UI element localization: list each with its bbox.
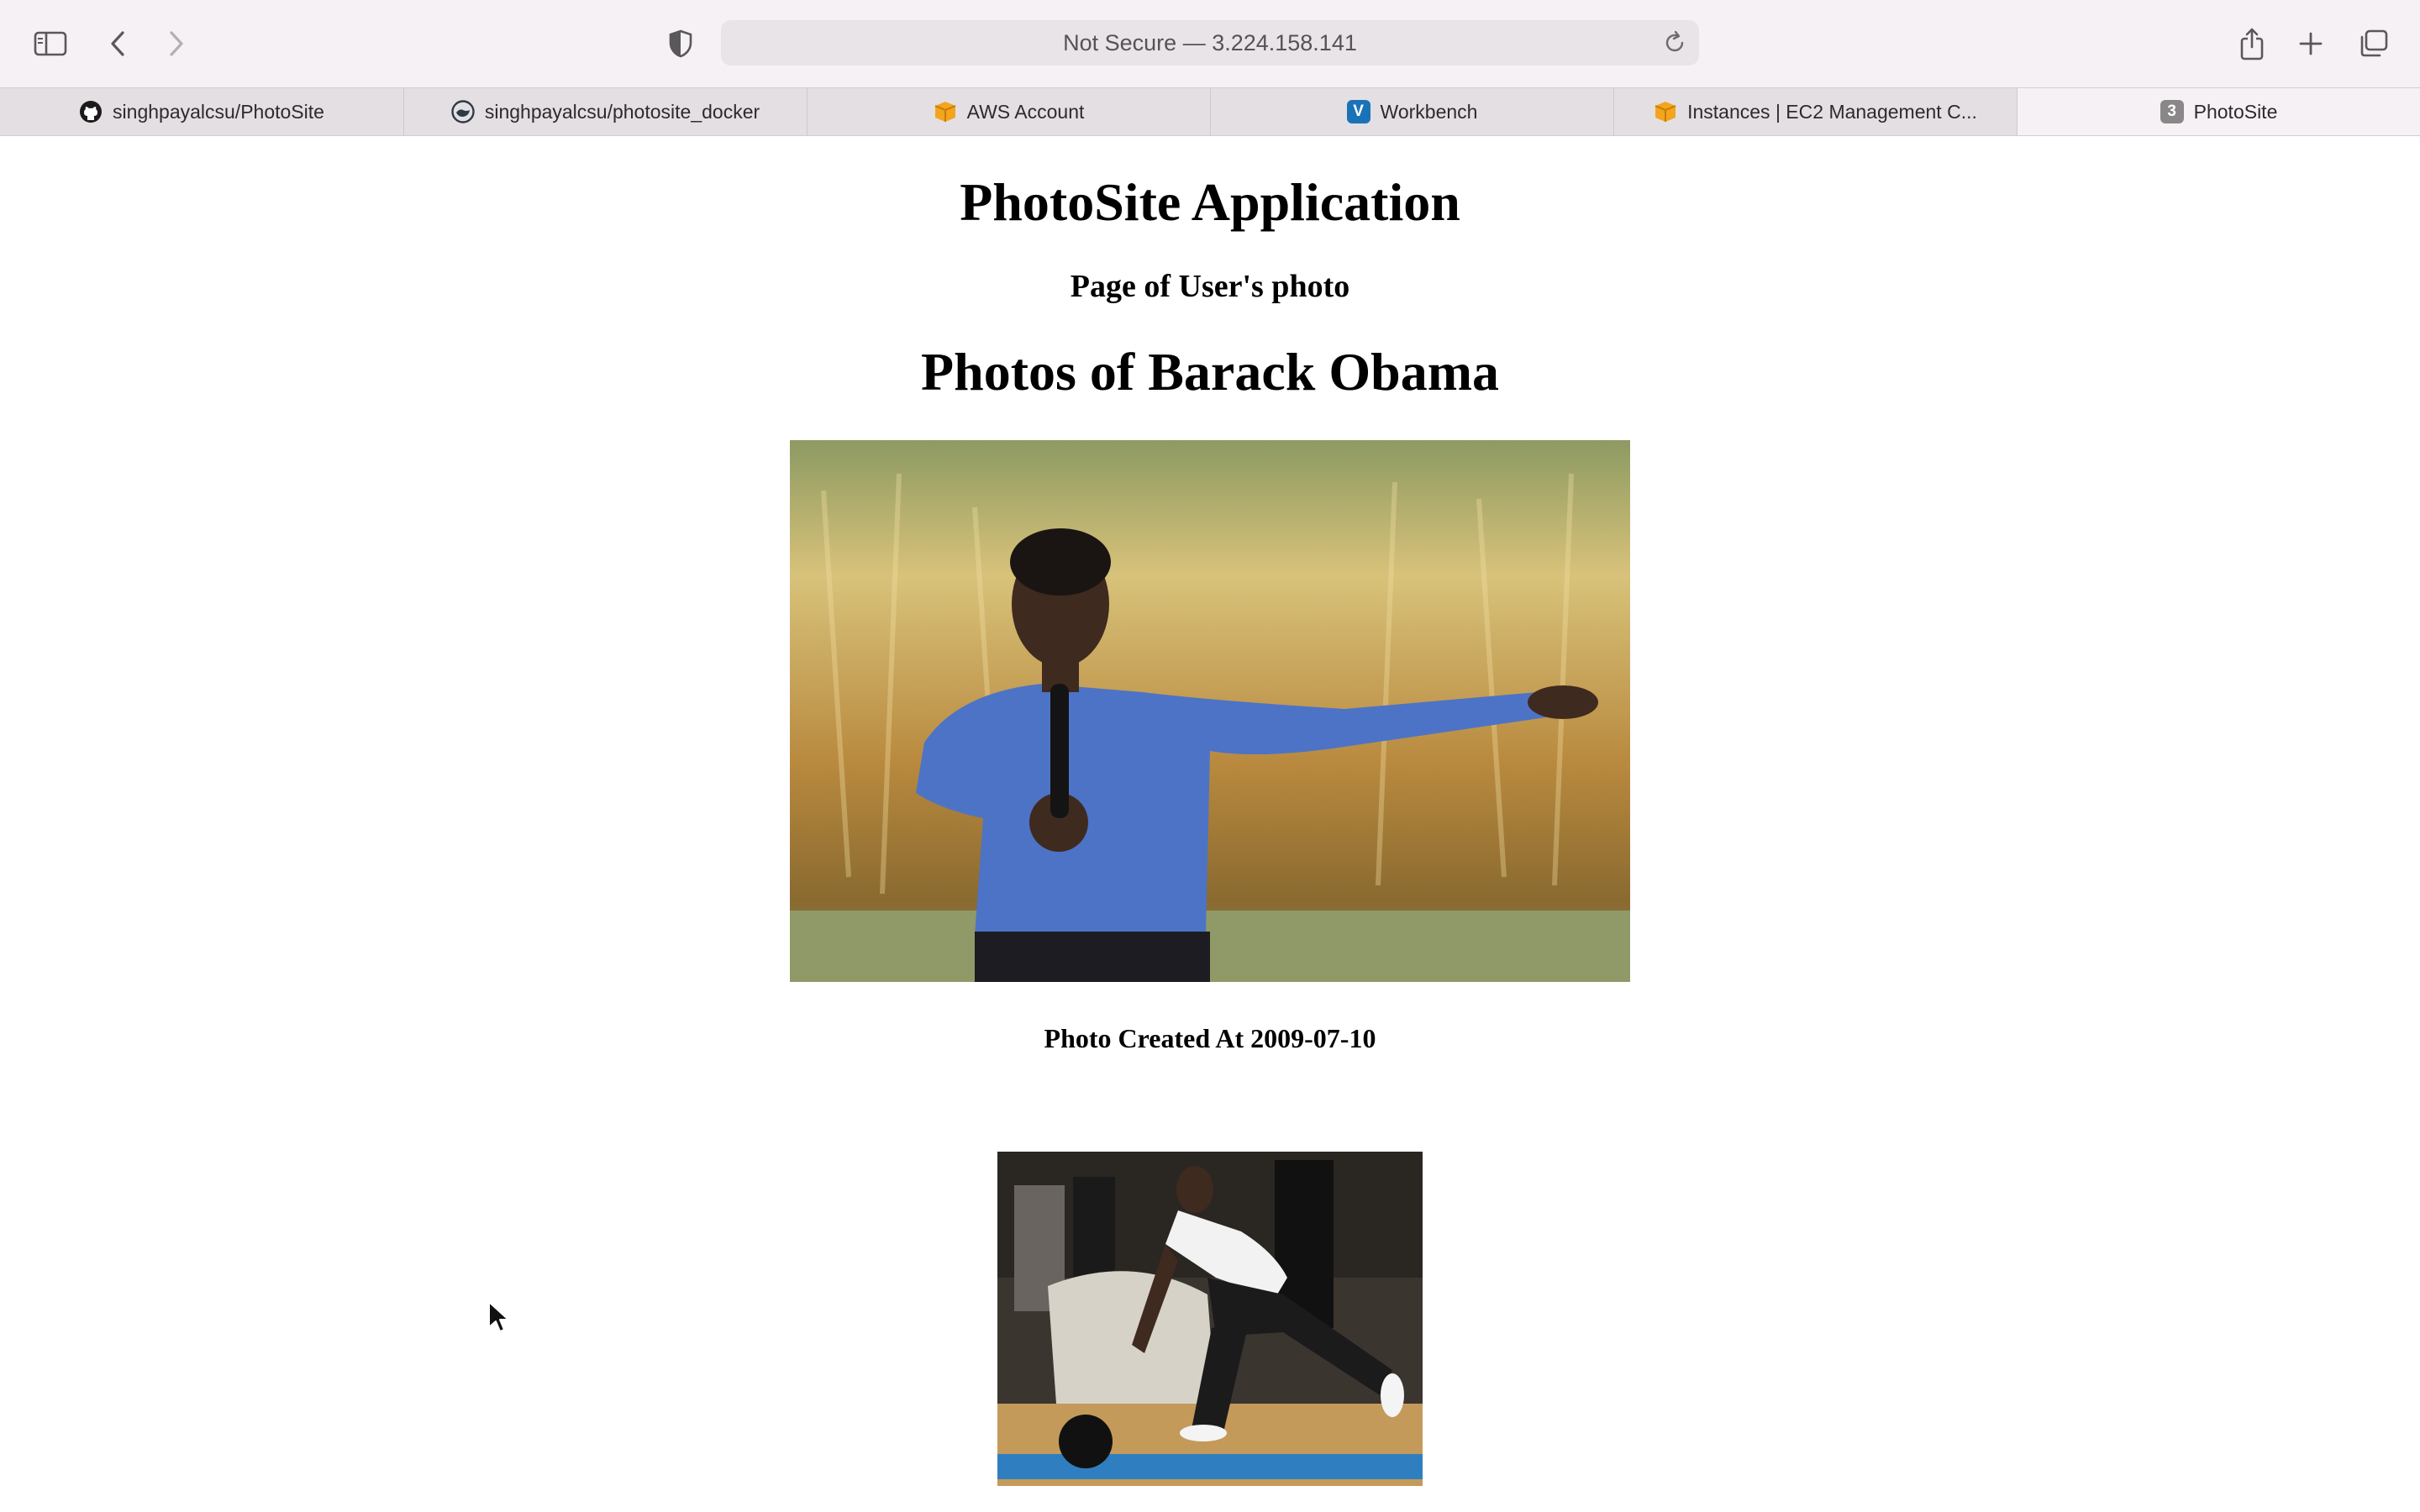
page-subtitle: Page of User's photo <box>1070 269 1350 304</box>
tab-photosite-docker-repo[interactable]: singhpayalcsu/photosite_docker <box>404 88 808 135</box>
tab-label: singhpayalcsu/photosite_docker <box>484 100 760 123</box>
docker-icon <box>451 100 475 123</box>
address-text: Not Secure — 3.224.158.141 <box>1063 29 1357 55</box>
forward-icon[interactable] <box>151 18 202 69</box>
tab-label: Instances | EC2 Management C... <box>1687 100 1977 123</box>
tab-label: PhotoSite <box>2193 100 2278 123</box>
reload-icon[interactable] <box>1662 30 1687 55</box>
sidebar-icon[interactable] <box>25 18 76 69</box>
tab-ec2-instances[interactable]: Instances | EC2 Management C... <box>1614 88 2018 135</box>
page-content: PhotoSite Application Page of User's pho… <box>0 136 2420 1512</box>
photo-caption: Photo Created At 2009-07-10 <box>1044 1023 1376 1053</box>
aws-box-icon <box>934 100 957 123</box>
tab-label: Workbench <box>1380 100 1478 123</box>
privacy-shield-icon[interactable] <box>655 18 706 69</box>
tab-photosite-active[interactable]: 3 PhotoSite <box>2018 88 2420 135</box>
tab-label: AWS Account <box>966 100 1085 123</box>
photo-bowling[interactable] <box>997 1152 1423 1486</box>
vocareum-icon: V <box>1346 100 1370 123</box>
share-icon[interactable] <box>2227 18 2277 69</box>
user-photos-heading: Photos of Barack Obama <box>921 342 1499 402</box>
github-icon <box>79 100 103 123</box>
mouse-cursor-icon <box>488 1301 509 1332</box>
back-icon[interactable] <box>92 18 143 69</box>
browser-toolbar: Not Secure — 3.224.158.141 <box>0 0 2420 87</box>
photo-cornfield[interactable] <box>790 440 1630 982</box>
tab-workbench[interactable]: V Workbench <box>1211 88 1614 135</box>
aws-box-icon <box>1654 100 1677 123</box>
app-title: PhotoSite Application <box>960 172 1460 232</box>
tab-aws-account[interactable]: AWS Account <box>808 88 1211 135</box>
tab-overview-icon[interactable] <box>2348 18 2398 69</box>
tab-photosite-repo[interactable]: singhpayalcsu/PhotoSite <box>0 88 404 135</box>
tab-bar: singhpayalcsu/PhotoSite singhpayalcsu/ph… <box>0 87 2420 136</box>
tab-label: singhpayalcsu/PhotoSite <box>113 100 324 123</box>
new-tab-icon[interactable] <box>2286 18 2336 69</box>
tab-number-icon: 3 <box>2160 100 2184 123</box>
address-bar[interactable]: Not Secure — 3.224.158.141 <box>721 20 1699 66</box>
